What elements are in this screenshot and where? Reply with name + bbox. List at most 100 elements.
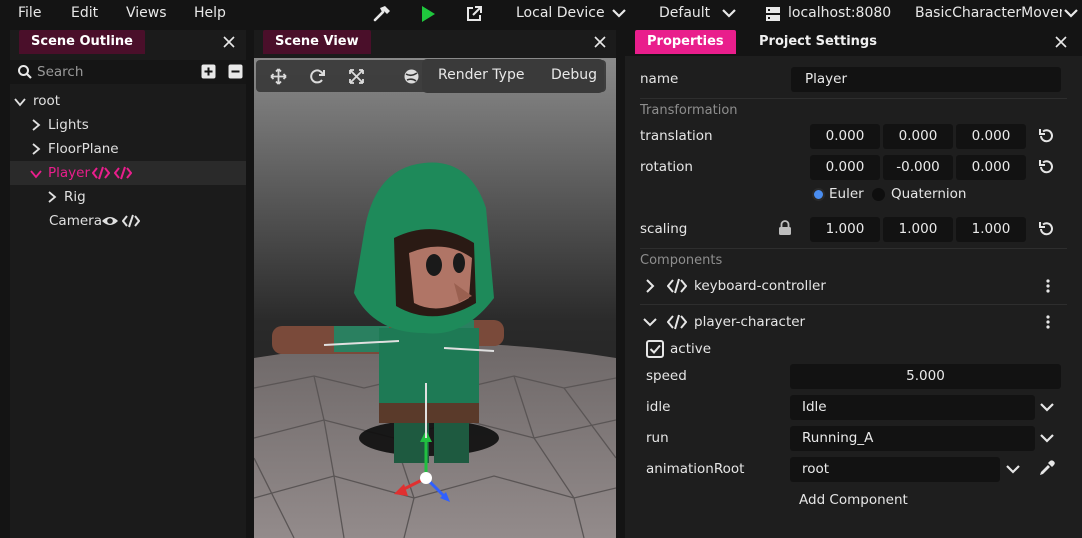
rotation-x-input[interactable]: 0.000 [810, 155, 880, 180]
active-checkbox[interactable] [646, 340, 664, 358]
tree-item-floorplane[interactable]: FloorPlane [10, 137, 246, 161]
rotation-y-input[interactable]: -0.000 [883, 155, 953, 180]
euler-label: Euler [829, 186, 864, 202]
tab-properties[interactable]: Properties [635, 30, 736, 54]
viewport-toolbar: Render Type Debug [256, 59, 606, 93]
chevron-down-icon[interactable] [643, 316, 657, 328]
chevron-down-icon[interactable] [610, 4, 628, 22]
tree-item-label: root [33, 93, 61, 109]
code-icon [122, 214, 140, 228]
chevron-right-icon[interactable] [30, 119, 42, 131]
remove-node-icon[interactable] [228, 64, 243, 79]
components-header: Components [640, 253, 723, 268]
menu-file[interactable]: File [18, 5, 41, 21]
tab-scene-view[interactable]: Scene View [263, 30, 371, 54]
render-type-button[interactable]: Render Type [438, 67, 524, 83]
translation-x-input[interactable]: 0.000 [810, 124, 880, 149]
tree-item-label: Lights [48, 117, 89, 133]
animation-root-select[interactable]: root [790, 457, 1000, 482]
chevron-down-icon[interactable] [1039, 430, 1055, 446]
tab-project-settings[interactable]: Project Settings [747, 30, 889, 54]
device-select[interactable]: Local Device [516, 5, 605, 21]
project-select[interactable]: BasicCharacterMovem [915, 5, 1062, 21]
play-icon[interactable] [417, 3, 439, 25]
outline-tabbar: Scene Outline [10, 30, 246, 56]
more-vertical-icon[interactable] [1045, 315, 1051, 329]
chevron-down-icon[interactable] [720, 4, 738, 22]
eyedropper-icon[interactable] [1038, 460, 1055, 477]
component-player-character[interactable]: player-character [640, 310, 1067, 334]
eye-icon[interactable] [101, 214, 119, 228]
translation-y-input[interactable]: 0.000 [883, 124, 953, 149]
scaling-z-input[interactable]: 1.000 [956, 217, 1026, 242]
rotate-icon[interactable] [309, 68, 326, 85]
search-icon [18, 65, 32, 79]
component-keyboard-controller[interactable]: keyboard-controller [640, 274, 1067, 298]
3d-viewport[interactable]: Render Type Debug [254, 58, 616, 538]
rotation-z-input[interactable]: 0.000 [956, 155, 1026, 180]
transformation-header: Transformation [640, 103, 738, 118]
hammer-icon[interactable] [371, 3, 393, 25]
speed-label: speed [646, 368, 687, 384]
chevron-down-icon[interactable] [30, 168, 42, 180]
search-input[interactable]: Search [37, 64, 83, 80]
component-name: keyboard-controller [694, 278, 826, 294]
properties-tabbar: Properties Project Settings [625, 30, 1082, 56]
chevron-right-icon[interactable] [644, 279, 656, 293]
profile-select[interactable]: Default [659, 5, 710, 21]
tree-item-rig[interactable]: Rig [10, 185, 246, 209]
chevron-down-icon[interactable] [1062, 4, 1080, 22]
quaternion-label: Quaternion [891, 186, 967, 202]
more-vertical-icon[interactable] [1045, 279, 1051, 293]
menu-help[interactable]: Help [194, 5, 226, 21]
lock-icon[interactable] [778, 220, 792, 236]
add-component-button[interactable]: Add Component [799, 492, 908, 508]
scaling-x-input[interactable]: 1.000 [810, 217, 880, 242]
tree-item-lights[interactable]: Lights [10, 113, 246, 137]
scaling-label: scaling [640, 221, 688, 237]
euler-radio[interactable] [812, 188, 825, 201]
chevron-down-icon[interactable] [14, 96, 26, 108]
tree-item-label: Player [48, 165, 91, 181]
reset-icon[interactable] [1037, 127, 1055, 145]
scale-icon[interactable] [348, 68, 365, 85]
debug-button[interactable]: Debug [551, 67, 597, 83]
tree-item-camera[interactable]: Camera [10, 209, 246, 233]
divider [640, 304, 1067, 305]
open-external-icon[interactable] [463, 3, 485, 25]
tab-scene-outline[interactable]: Scene Outline [19, 30, 145, 54]
scaling-y-input[interactable]: 1.000 [883, 217, 953, 242]
menu-edit[interactable]: Edit [71, 5, 98, 21]
idle-label: idle [646, 399, 671, 415]
speed-input[interactable]: 5.000 [790, 364, 1061, 389]
scene-render[interactable] [254, 58, 616, 538]
chevron-down-icon[interactable] [1005, 461, 1021, 477]
move-icon[interactable] [270, 68, 287, 85]
close-icon[interactable] [221, 34, 237, 50]
server-address: localhost:8080 [788, 5, 892, 21]
reset-icon[interactable] [1037, 220, 1055, 238]
close-icon[interactable] [592, 34, 608, 50]
checkmark-icon [649, 344, 661, 354]
translation-z-input[interactable]: 0.000 [956, 124, 1026, 149]
name-input[interactable]: Player [791, 67, 1061, 92]
chevron-right-icon[interactable] [30, 143, 42, 155]
close-icon[interactable] [1053, 34, 1069, 50]
name-label: name [640, 71, 679, 87]
code-icon [114, 166, 132, 180]
animation-root-label: animationRoot [646, 461, 745, 477]
quaternion-radio[interactable] [872, 188, 885, 201]
properties-panel: Properties Project Settings name Player … [625, 30, 1082, 538]
chevron-right-icon[interactable] [46, 191, 58, 203]
tree-item-root[interactable]: root [10, 89, 246, 113]
run-select[interactable]: Running_A [790, 426, 1035, 451]
idle-select[interactable]: Idle [790, 395, 1035, 420]
globe-icon[interactable] [403, 68, 420, 85]
menu-views[interactable]: Views [126, 5, 167, 21]
run-label: run [646, 430, 669, 446]
tree-item-player[interactable]: Player [10, 161, 246, 185]
add-node-icon[interactable] [201, 64, 216, 79]
chevron-down-icon[interactable] [1039, 399, 1055, 415]
server-icon [762, 3, 784, 25]
reset-icon[interactable] [1037, 158, 1055, 176]
